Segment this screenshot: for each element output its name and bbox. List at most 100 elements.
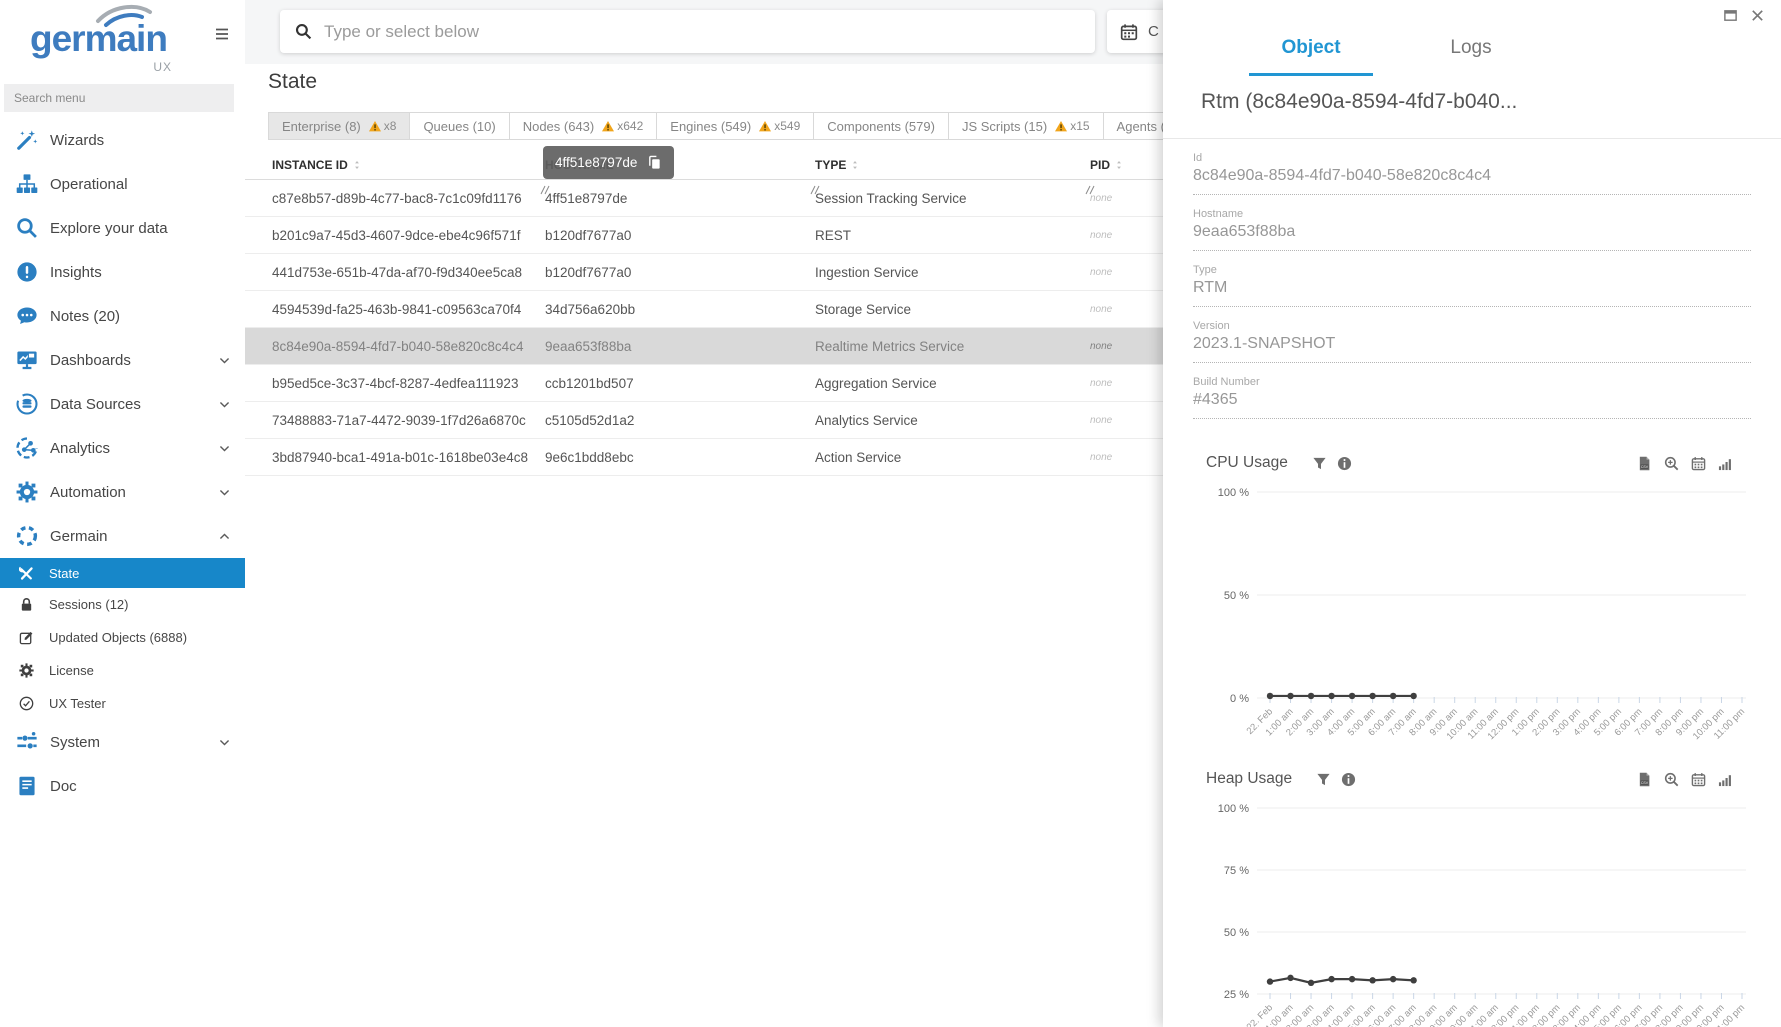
sitemap-icon: [16, 173, 38, 195]
sidebar-item-data-sources[interactable]: Data Sources: [0, 382, 245, 426]
calendar-icon: [1120, 23, 1138, 41]
sidebar-item-operational[interactable]: Operational: [0, 162, 245, 206]
sort-icon[interactable]: [352, 159, 362, 171]
section-heap-usage: Heap UsageCSV100 %75 %50 %25 %22. Feb1:0…: [1163, 756, 1781, 1027]
filter-icon[interactable]: [1312, 456, 1327, 471]
tab-components-579-[interactable]: Components (579): [813, 112, 949, 140]
field-label: Build Number: [1193, 376, 1751, 388]
svg-text:25 %: 25 %: [1224, 989, 1249, 1001]
search-icon: [16, 217, 38, 239]
sidebar-item-system[interactable]: System: [0, 720, 245, 764]
usage-charts: CPU UsageCSV100 %50 %0 %22. Feb1:00 am2:…: [1163, 440, 1781, 1027]
sidebar-item-label: Insights: [50, 264, 102, 281]
bars-icon[interactable]: [1718, 456, 1733, 471]
logo-sub-text: UX: [153, 60, 172, 74]
sidebar-item-analytics[interactable]: Analytics: [0, 426, 245, 470]
cell-instance-id: c87e8b57-d89b-4c77-bac8-7c1c09fd1176: [245, 191, 545, 206]
sidebar: germain UX WizardsOperationalExplore you…: [0, 0, 245, 1027]
csv-icon[interactable]: CSV: [1637, 456, 1652, 471]
cell-hostname: 4ff51e8797de: [545, 191, 815, 206]
panel-window-controls: [1723, 8, 1765, 23]
field-label: Version: [1193, 320, 1751, 332]
window-restore-icon[interactable]: [1723, 8, 1738, 23]
tools-icon: [19, 566, 34, 581]
cell-instance-id: 3bd87940-bca1-491a-b01c-1618be03e4c8: [245, 450, 545, 465]
global-search-input[interactable]: [324, 22, 1080, 42]
sidebar-item-doc[interactable]: Doc: [0, 764, 245, 808]
warning-count: x15: [1070, 119, 1089, 133]
cell-type: Realtime Metrics Service: [815, 339, 1090, 354]
section-cpu-usage: CPU UsageCSV100 %50 %0 %22. Feb1:00 am2:…: [1163, 440, 1781, 756]
gear-icon: [19, 663, 34, 678]
tab-js-scripts-15-[interactable]: JS Scripts (15) x15: [948, 112, 1104, 140]
sort-icon[interactable]: [1114, 159, 1124, 171]
tooltip-text: 4ff51e8797de: [555, 155, 637, 170]
tab-label: JS Scripts (15): [962, 119, 1047, 134]
sidebar-item-notes-20-[interactable]: Notes (20): [0, 294, 245, 338]
category-tabs: Enterprise (8)x8Queues (10)Nodes (643)x6…: [268, 112, 1214, 140]
sidebar-item-insights[interactable]: Insights: [0, 250, 245, 294]
zoom-in-icon[interactable]: [1664, 772, 1679, 787]
column-resize-handle[interactable]: [540, 182, 550, 192]
doc-icon: [16, 775, 38, 797]
chevron-down-icon: [218, 486, 231, 499]
sidebar-item-germain[interactable]: Germain: [0, 514, 245, 558]
copy-icon[interactable]: [647, 155, 662, 170]
chart-title: CPU Usage: [1206, 454, 1288, 472]
calendar-icon[interactable]: [1691, 456, 1706, 471]
info-icon[interactable]: [1337, 456, 1352, 471]
svg-text:100 %: 100 %: [1218, 803, 1249, 815]
column-header-instance-id[interactable]: INSTANCE ID: [245, 158, 545, 172]
info-icon[interactable]: [1341, 772, 1356, 787]
svg-text:CSV: CSV: [1641, 780, 1649, 784]
sidebar-item-explore-your-data[interactable]: Explore your data: [0, 206, 245, 250]
filter-icon[interactable]: [1316, 772, 1331, 787]
chevron-down-icon: [218, 354, 231, 367]
warning-icon: [1054, 120, 1068, 133]
column-resize-handle[interactable]: [1085, 182, 1095, 192]
cell-type: REST: [815, 228, 1090, 243]
cell-hostname: b120df7677a0: [545, 228, 815, 243]
sidebar-item-label: Data Sources: [50, 396, 141, 413]
column-header-label: INSTANCE ID: [272, 158, 348, 172]
sidebar-item-dashboards[interactable]: Dashboards: [0, 338, 245, 382]
cell-instance-id: 8c84e90a-8594-4fd7-b040-58e820c8c4c4: [245, 339, 545, 354]
sidebar-subitem-ux-tester[interactable]: UX Tester: [0, 687, 245, 720]
cell-instance-id: 441d753e-651b-47da-af70-f9d340ee5ca8: [245, 265, 545, 280]
bars-icon[interactable]: [1718, 772, 1733, 787]
sidebar-subitem-updated-objects-6888-[interactable]: Updated Objects (6888): [0, 621, 245, 654]
sidebar-search-input[interactable]: [4, 84, 234, 112]
close-icon[interactable]: [1750, 8, 1765, 23]
tab-nodes-643-[interactable]: Nodes (643)x642: [509, 112, 658, 140]
sidebar-subitem-license[interactable]: License: [0, 654, 245, 687]
tab-enterprise-8-[interactable]: Enterprise (8)x8: [268, 112, 410, 140]
check-circle-icon: [19, 696, 34, 711]
page-title: State: [268, 70, 317, 94]
sidebar-item-automation[interactable]: Automation: [0, 470, 245, 514]
dashed-circle-icon: [16, 525, 38, 547]
field-label: Hostname: [1193, 208, 1751, 220]
object-fields: Id8c84e90a-8594-4fd7-b040-58e820c8c4c4Ho…: [1193, 139, 1751, 419]
hamburger-icon[interactable]: [213, 26, 231, 42]
search-icon: [295, 23, 312, 40]
tab-queues-10-[interactable]: Queues (10): [409, 112, 509, 140]
field-value: 2023.1-SNAPSHOT: [1193, 335, 1751, 353]
column-header-type[interactable]: TYPE: [815, 158, 1090, 172]
calendar-icon[interactable]: [1691, 772, 1706, 787]
sidebar-item-wizards[interactable]: Wizards: [0, 118, 245, 162]
field-build-number: Build Number#4365: [1193, 363, 1751, 419]
sidebar-subitem-label: UX Tester: [49, 696, 106, 711]
column-resize-handle[interactable]: [810, 182, 820, 192]
warning-icon: [758, 120, 772, 133]
cell-instance-id: 4594539d-fa25-463b-9841-c09563ca70f4: [245, 302, 545, 317]
tab-engines-549-[interactable]: Engines (549)x549: [656, 112, 814, 140]
panel-tab-object[interactable]: Object: [1231, 28, 1391, 76]
warning-count: x642: [617, 119, 643, 133]
sidebar-subitem-state[interactable]: State: [0, 558, 245, 588]
sort-icon[interactable]: [850, 159, 860, 171]
panel-tab-logs[interactable]: Logs: [1391, 28, 1551, 76]
sidebar-subitem-sessions-12-[interactable]: Sessions (12): [0, 588, 245, 621]
csv-icon[interactable]: CSV: [1637, 772, 1652, 787]
warning-count: x549: [774, 119, 800, 133]
zoom-in-icon[interactable]: [1664, 456, 1679, 471]
